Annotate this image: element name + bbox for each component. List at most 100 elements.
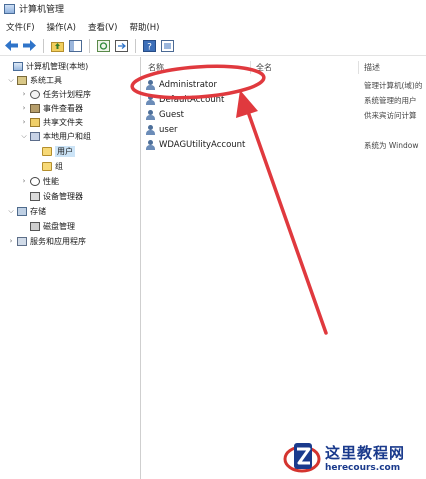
- user-description: 系统管理的用户: [364, 95, 417, 105]
- chevron-down-icon[interactable]: ⌵: [7, 76, 15, 85]
- menu-view[interactable]: 查看(V): [88, 21, 117, 33]
- column-divider: [250, 61, 251, 74]
- user-icon: [146, 80, 156, 90]
- properties-icon[interactable]: [160, 38, 175, 53]
- up-folder-icon[interactable]: [50, 38, 65, 53]
- tree-item-users[interactable]: 用户: [32, 145, 75, 157]
- watermark-chinese-text: 这里教程网: [325, 443, 406, 462]
- tree-item-device-manager[interactable]: 设备管理器: [20, 190, 83, 202]
- menu-bar: 文件(F) 操作(A) 查看(V) 帮助(H): [0, 19, 426, 34]
- column-header-fullname[interactable]: 全名: [256, 61, 272, 74]
- user-description: 系统为 Window: [364, 140, 419, 150]
- window-title: 计算机管理: [19, 5, 65, 15]
- show-tree-icon[interactable]: [68, 38, 83, 53]
- folder-icon: [42, 146, 52, 156]
- tree-item-label: 事件查看器: [43, 103, 83, 113]
- back-arrow-icon[interactable]: [4, 38, 19, 53]
- forward-arrow-icon[interactable]: [22, 38, 37, 53]
- tree-item-label: 服务和应用程序: [30, 236, 86, 246]
- folder-icon: [42, 161, 52, 171]
- table-row[interactable]: Guest 供来宾访问计算: [142, 109, 426, 121]
- column-divider: [358, 61, 359, 74]
- refresh-icon[interactable]: [96, 38, 111, 53]
- chevron-down-icon[interactable]: ⌵: [20, 132, 28, 141]
- user-fullname: [256, 94, 356, 106]
- disk-icon: [30, 221, 40, 231]
- user-description: 管理计算机(域)的: [364, 80, 423, 90]
- tree-item-label: 磁盘管理: [43, 221, 75, 231]
- event-log-icon: [30, 103, 40, 113]
- user-icon: [146, 140, 156, 150]
- users-list-view: 名称 全名 描述 Administrator 管理计算机(域)的 Default…: [142, 57, 426, 479]
- tree-item-label: 存储: [30, 206, 46, 216]
- user-name: Administrator: [159, 80, 217, 90]
- tree-item-event-viewer[interactable]: › 事件查看器: [20, 102, 83, 114]
- chevron-right-icon[interactable]: ›: [20, 118, 28, 126]
- tree-item-system-tools[interactable]: ⌵ 系统工具: [7, 74, 62, 86]
- chevron-right-icon[interactable]: ›: [20, 90, 28, 98]
- user-fullname: [256, 79, 356, 91]
- tree-item-services-applications[interactable]: › 服务和应用程序: [7, 235, 86, 247]
- user-name-cell: Administrator: [146, 79, 250, 91]
- user-fullname: [256, 124, 356, 136]
- help-icon[interactable]: ?: [142, 38, 157, 53]
- table-row[interactable]: user: [142, 124, 426, 136]
- tree-item-local-users-groups[interactable]: ⌵ 本地用户和组: [20, 130, 91, 142]
- menu-file[interactable]: 文件(F): [6, 21, 35, 33]
- watermark-logo-icon: [283, 439, 321, 475]
- user-name-cell: DefaultAccount: [146, 94, 250, 106]
- table-row[interactable]: WDAGUtilityAccount 系统为 Window: [142, 139, 426, 151]
- table-row[interactable]: Administrator 管理计算机(域)的: [142, 79, 426, 91]
- user-description: [364, 124, 426, 136]
- chevron-down-icon[interactable]: ⌵: [7, 207, 15, 216]
- computer-icon: [13, 61, 23, 71]
- user-icon: [146, 110, 156, 120]
- shared-folder-icon: [30, 117, 40, 127]
- menu-action[interactable]: 操作(A): [47, 21, 76, 33]
- tree-item-shared-folders[interactable]: › 共享文件夹: [20, 116, 83, 128]
- tree-item-label: 本地用户和组: [43, 131, 91, 141]
- user-name: Guest: [159, 110, 184, 120]
- user-name: DefaultAccount: [159, 95, 225, 105]
- column-header-name[interactable]: 名称: [148, 61, 164, 74]
- export-list-icon[interactable]: [114, 38, 129, 53]
- chevron-right-icon[interactable]: ›: [20, 177, 28, 185]
- user-name: WDAGUtilityAccount: [159, 140, 246, 150]
- toolbar: ?: [0, 36, 426, 56]
- tree-item-storage[interactable]: ⌵ 存储: [7, 205, 46, 217]
- tree-item-label: 系统工具: [30, 75, 62, 85]
- user-description: 供来宾访问计算: [364, 110, 417, 120]
- tree-item-performance[interactable]: › 性能: [20, 175, 59, 187]
- user-icon: [146, 95, 156, 105]
- menu-help[interactable]: 帮助(H): [129, 21, 159, 33]
- user-name-cell: user: [146, 124, 250, 136]
- tree-item-groups[interactable]: 组: [32, 160, 63, 172]
- navigation-tree: 计算机管理(本地) ⌵ 系统工具 › 任务计划程序 › 事件查看器 › 共享文件…: [0, 57, 141, 479]
- user-name-cell: Guest: [146, 109, 250, 121]
- tree-item-label: 性能: [43, 176, 59, 186]
- tree-item-label: 设备管理器: [43, 191, 83, 201]
- toolbar-separator: [43, 38, 44, 53]
- column-header-description[interactable]: 描述: [364, 61, 380, 74]
- user-name: user: [159, 125, 178, 135]
- tree-item-task-scheduler[interactable]: › 任务计划程序: [20, 88, 91, 100]
- user-icon: [146, 125, 156, 135]
- user-fullname: [256, 109, 356, 121]
- user-name-cell: WDAGUtilityAccount: [146, 139, 250, 151]
- table-row[interactable]: DefaultAccount 系统管理的用户: [142, 94, 426, 106]
- tree-item-disk-management[interactable]: 磁盘管理: [20, 220, 75, 232]
- site-watermark: 这里教程网 herecours.com: [283, 437, 423, 477]
- tools-icon: [17, 75, 27, 85]
- tree-item-label: 组: [55, 161, 63, 171]
- performance-icon: [30, 176, 40, 186]
- tree-item-label: 共享文件夹: [43, 117, 83, 127]
- toolbar-separator: [89, 38, 90, 53]
- clock-icon: [30, 89, 40, 99]
- chevron-right-icon[interactable]: ›: [7, 237, 15, 245]
- svg-text:?: ?: [147, 42, 152, 52]
- tree-item-computer-management[interactable]: 计算机管理(本地): [3, 60, 88, 72]
- title-bar: 计算机管理: [0, 0, 426, 17]
- chevron-right-icon[interactable]: ›: [20, 104, 28, 112]
- device-manager-icon: [30, 191, 40, 201]
- watermark-url-text: herecours.com: [325, 462, 401, 473]
